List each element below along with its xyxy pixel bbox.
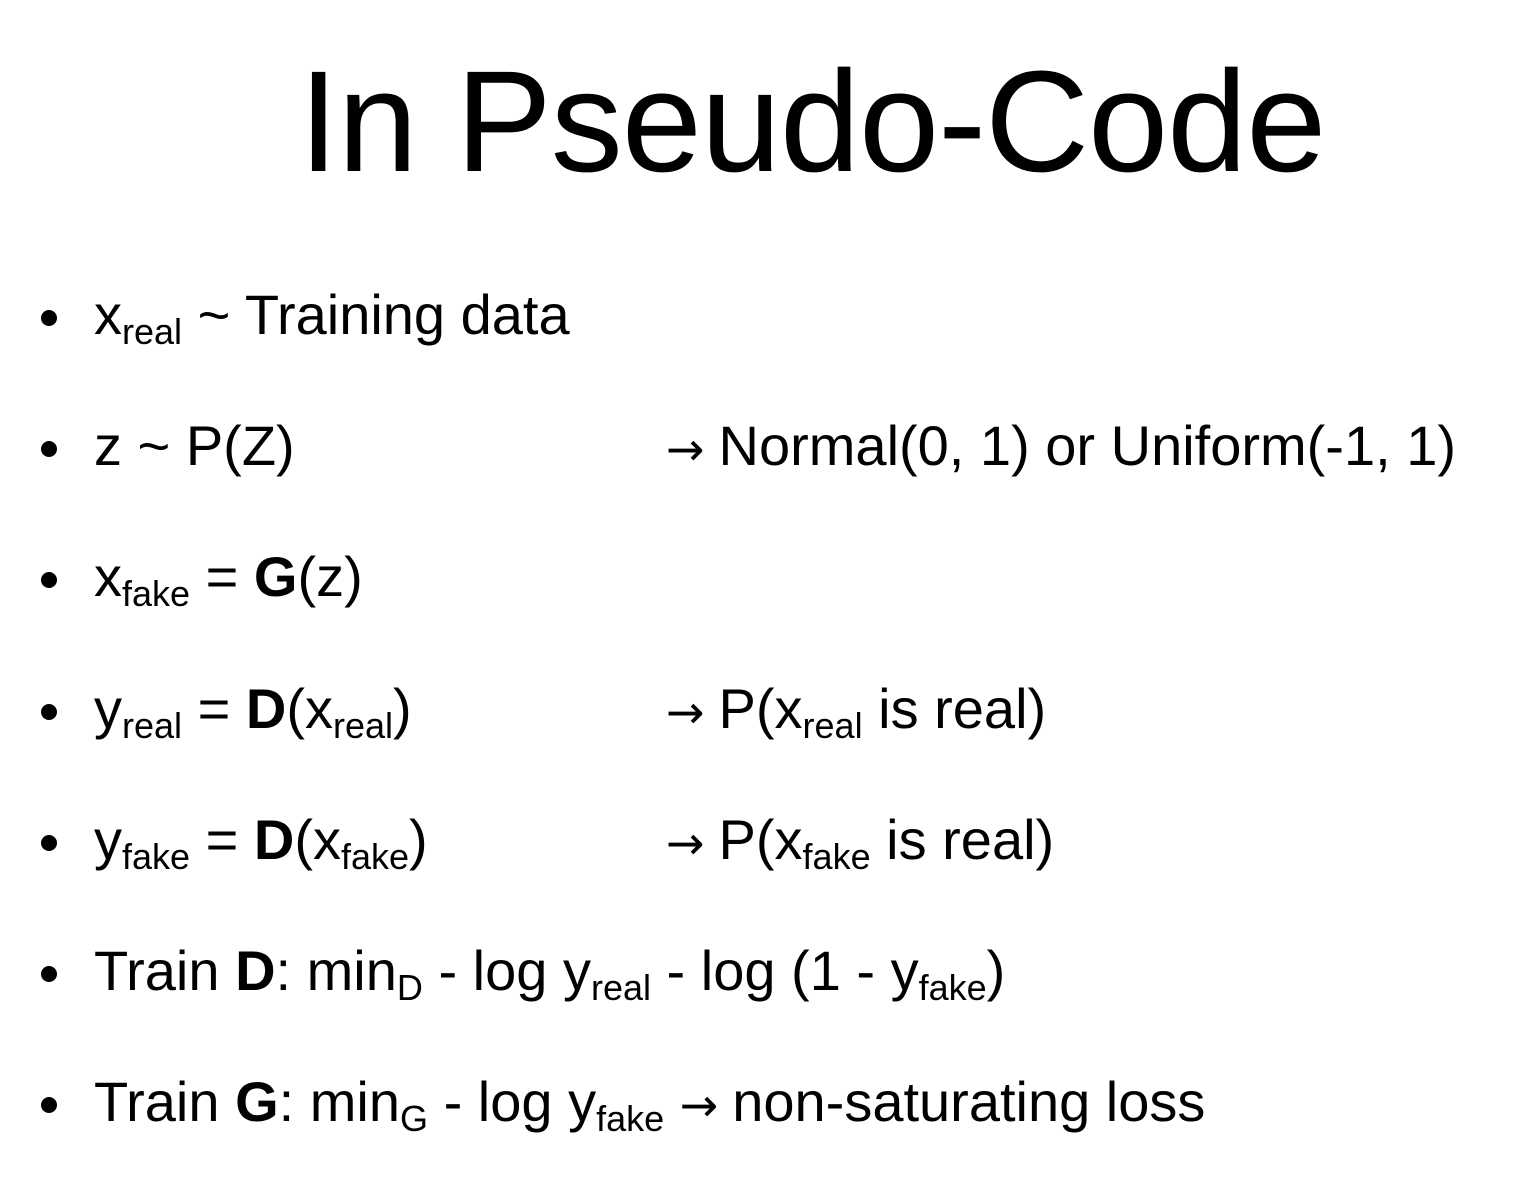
bullet-annotation: → P(xreal is real) bbox=[666, 664, 1046, 761]
bullet-dot-icon bbox=[41, 1097, 57, 1113]
bullet-dot-icon bbox=[41, 835, 57, 851]
arrow-right-icon: → bbox=[666, 422, 705, 476]
bullet-text: z ~ P(Z) bbox=[94, 414, 295, 477]
slide: In Pseudo-Code xreal ~ Training data z ~… bbox=[0, 0, 1534, 1180]
bullet-dot-icon bbox=[41, 966, 57, 982]
bullet-text: xreal ~ Training data bbox=[94, 283, 570, 352]
bullet-item: yreal = D(xreal) → P(xreal is real) bbox=[0, 664, 1534, 754]
bullet-item: Train G: minG - log yfake → non-saturatin… bbox=[0, 1057, 1534, 1147]
bullet-text: Train D: minD - log yreal - log (1 - yfa… bbox=[94, 939, 1006, 1008]
arrow-right-icon: → bbox=[679, 1078, 719, 1132]
bullet-item: z ~ P(Z) → Normal(0, 1) or Uniform(-1, 1) bbox=[0, 401, 1534, 491]
bullet-dot-icon bbox=[41, 310, 57, 326]
bullet-text: yfake = D(xfake) bbox=[94, 808, 428, 877]
bullet-text: Train G: minG - log yfake → non-saturatin… bbox=[94, 1057, 1205, 1154]
bullet-item: xreal ~ Training data bbox=[0, 270, 1534, 360]
bullet-dot-icon bbox=[41, 441, 57, 457]
bullet-dot-icon bbox=[41, 572, 57, 588]
bullet-list: xreal ~ Training data z ~ P(Z) → Normal(0… bbox=[0, 0, 1534, 1180]
bullet-item: xfake = G(z) bbox=[0, 532, 1534, 622]
bullet-text: xfake = G(z) bbox=[94, 545, 363, 614]
bullet-annotation: → Normal(0, 1) or Uniform(-1, 1) bbox=[666, 401, 1456, 494]
arrow-right-icon: → bbox=[666, 816, 705, 870]
bullet-dot-icon bbox=[41, 704, 57, 720]
arrow-right-icon: → bbox=[666, 685, 705, 739]
bullet-item: yfake = D(xfake) → P(xfake is real) bbox=[0, 795, 1534, 885]
bullet-annotation: → P(xfake is real) bbox=[666, 795, 1054, 892]
bullet-text: yreal = D(xreal) bbox=[94, 677, 412, 746]
bullet-item: Train D: minD - log yreal - log (1 - yfa… bbox=[0, 926, 1534, 1016]
